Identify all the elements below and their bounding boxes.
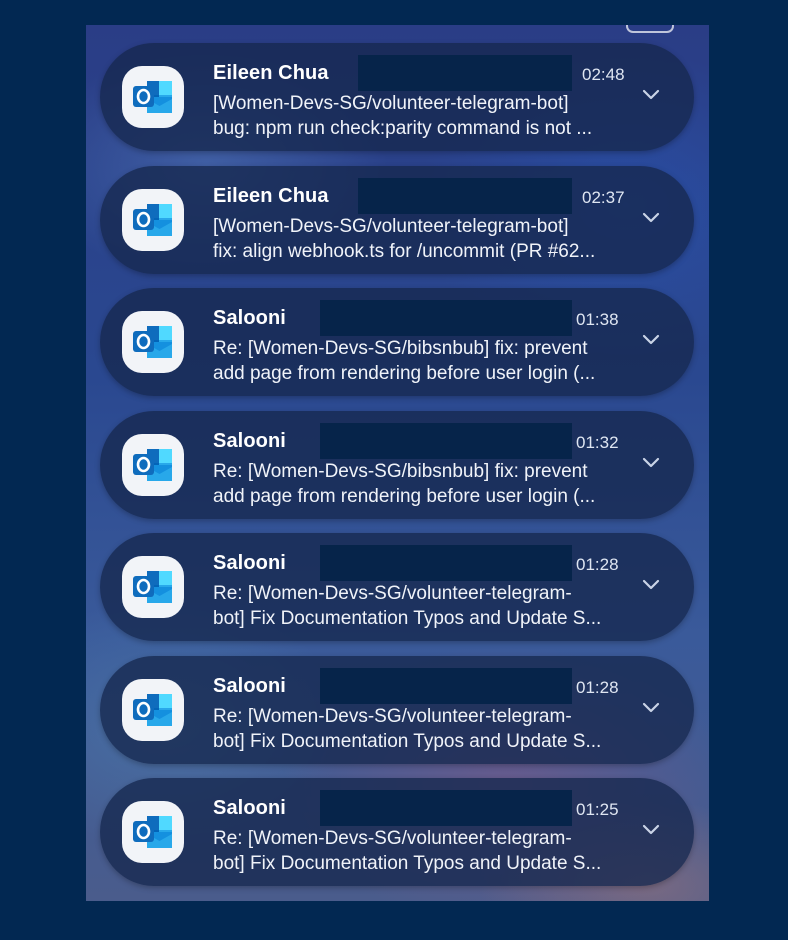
email-preview: Re: [Women-Devs-SG/volunteer-telegram- b… [213, 826, 633, 876]
outlook-icon [122, 66, 184, 128]
chevron-down-icon[interactable] [642, 457, 660, 469]
preview-line-1: [Women-Devs-SG/volunteer-telegram-bot] [213, 93, 569, 114]
notification-time: 02:37 [582, 188, 625, 207]
notification-card[interactable]: Salooni 01:38 Re: [Women-Devs-SG/bibsnbu… [100, 288, 694, 396]
chevron-down-icon[interactable] [642, 212, 660, 224]
email-preview: Re: [Women-Devs-SG/volunteer-telegram- b… [213, 704, 633, 754]
preview-line-1: Re: [Women-Devs-SG/bibsnbub] fix: preven… [213, 461, 588, 482]
redacted-email-address [320, 790, 572, 826]
sender-name: Salooni [213, 797, 286, 819]
sender-name: Salooni [213, 430, 286, 452]
notification-card[interactable]: Salooni 01:28 Re: [Women-Devs-SG/volunte… [100, 533, 694, 641]
redacted-email-address [320, 423, 572, 459]
email-preview: [Women-Devs-SG/volunteer-telegram-bot] b… [213, 91, 633, 141]
sender-name: Eileen Chua [213, 62, 329, 84]
preview-line-2: bot] Fix Documentation Typos and Update … [213, 608, 602, 629]
notification-card[interactable]: Eileen Chua 02:37 [Women-Devs-SG/volunte… [100, 166, 694, 274]
preview-line-2: add page from rendering before user logi… [213, 363, 596, 384]
notification-time: 01:38 [576, 310, 619, 329]
email-preview: Re: [Women-Devs-SG/bibsnbub] fix: preven… [213, 336, 633, 386]
redacted-email-address [320, 300, 572, 336]
preview-line-1: Re: [Women-Devs-SG/bibsnbub] fix: preven… [213, 338, 588, 359]
outlook-icon [122, 556, 184, 618]
chevron-down-icon[interactable] [642, 702, 660, 714]
preview-line-2: fix: align webhook.ts for /uncommit (PR … [213, 241, 596, 262]
redacted-email-address [358, 178, 572, 214]
outlook-icon [122, 801, 184, 863]
preview-line-2: bug: npm run check:parity command is not… [213, 118, 593, 139]
email-preview: [Women-Devs-SG/volunteer-telegram-bot] f… [213, 214, 633, 264]
preview-line-1: Re: [Women-Devs-SG/volunteer-telegram- [213, 828, 572, 849]
drag-handle[interactable] [626, 25, 674, 33]
outlook-icon [122, 189, 184, 251]
chevron-down-icon[interactable] [642, 579, 660, 591]
notification-time: 01:25 [576, 800, 619, 819]
redacted-email-address [320, 545, 572, 581]
sender-name: Eileen Chua [213, 185, 329, 207]
preview-line-1: [Women-Devs-SG/volunteer-telegram-bot] [213, 216, 569, 237]
notification-time: 01:32 [576, 433, 619, 452]
sender-name: Salooni [213, 675, 286, 697]
notification-time: 01:28 [576, 555, 619, 574]
chevron-down-icon[interactable] [642, 824, 660, 836]
preview-line-2: bot] Fix Documentation Typos and Update … [213, 853, 602, 874]
preview-line-1: Re: [Women-Devs-SG/volunteer-telegram- [213, 706, 572, 727]
sender-name: Salooni [213, 552, 286, 574]
notification-card[interactable]: Salooni 01:28 Re: [Women-Devs-SG/volunte… [100, 656, 694, 764]
preview-line-2: bot] Fix Documentation Typos and Update … [213, 731, 602, 752]
email-preview: Re: [Women-Devs-SG/bibsnbub] fix: preven… [213, 459, 633, 509]
preview-line-1: Re: [Women-Devs-SG/volunteer-telegram- [213, 583, 572, 604]
redacted-email-address [358, 55, 572, 91]
email-preview: Re: [Women-Devs-SG/volunteer-telegram- b… [213, 581, 633, 631]
notification-time: 01:28 [576, 678, 619, 697]
notification-card[interactable]: Salooni 01:32 Re: [Women-Devs-SG/bibsnbu… [100, 411, 694, 519]
sender-name: Salooni [213, 307, 286, 329]
outlook-icon [122, 434, 184, 496]
notification-card[interactable]: Eileen Chua 02:48 [Women-Devs-SG/volunte… [100, 43, 694, 151]
notification-time: 02:48 [582, 65, 625, 84]
redacted-email-address [320, 668, 572, 704]
chevron-down-icon[interactable] [642, 89, 660, 101]
notification-panel: Eileen Chua 02:48 [Women-Devs-SG/volunte… [86, 25, 709, 901]
outlook-icon [122, 311, 184, 373]
outlook-icon [122, 679, 184, 741]
preview-line-2: add page from rendering before user logi… [213, 486, 596, 507]
chevron-down-icon[interactable] [642, 334, 660, 346]
notification-card[interactable]: Salooni 01:25 Re: [Women-Devs-SG/volunte… [100, 778, 694, 886]
